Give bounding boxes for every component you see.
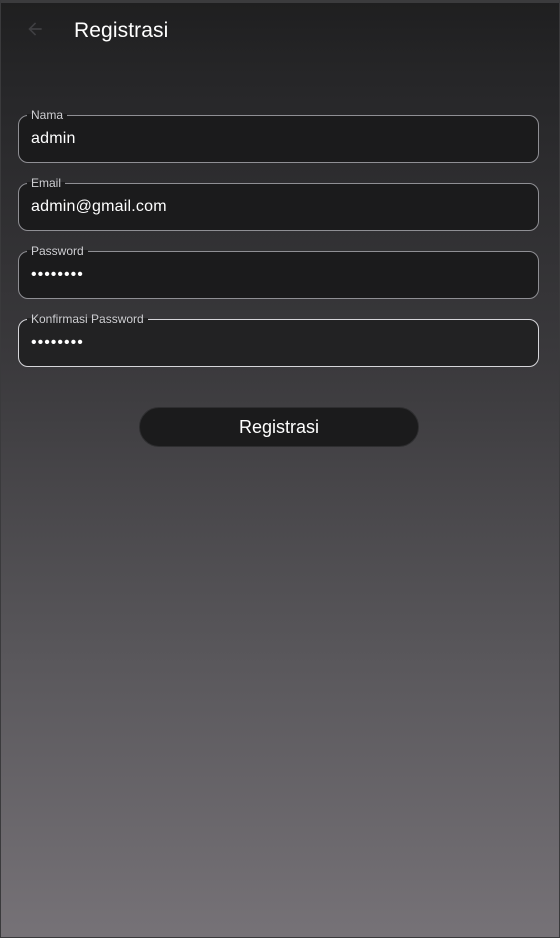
email-field[interactable]: Email	[18, 176, 539, 231]
nama-field[interactable]: Nama	[18, 108, 539, 163]
registration-screen: Registrasi Nama Email Password Konfirmas…	[0, 0, 560, 938]
arrow-left-icon	[25, 19, 45, 44]
email-input[interactable]	[31, 184, 526, 230]
password-field[interactable]: Password	[18, 244, 539, 299]
konfirmasi-password-field[interactable]: Konfirmasi Password	[18, 312, 539, 367]
page-title: Registrasi	[74, 19, 169, 42]
registrasi-button[interactable]: Registrasi	[139, 407, 419, 447]
back-button[interactable]	[19, 15, 51, 47]
password-input[interactable]	[31, 252, 526, 298]
konfirmasi-password-input[interactable]	[31, 320, 526, 366]
app-bar: Registrasi	[1, 3, 559, 61]
nama-input[interactable]	[31, 116, 526, 162]
